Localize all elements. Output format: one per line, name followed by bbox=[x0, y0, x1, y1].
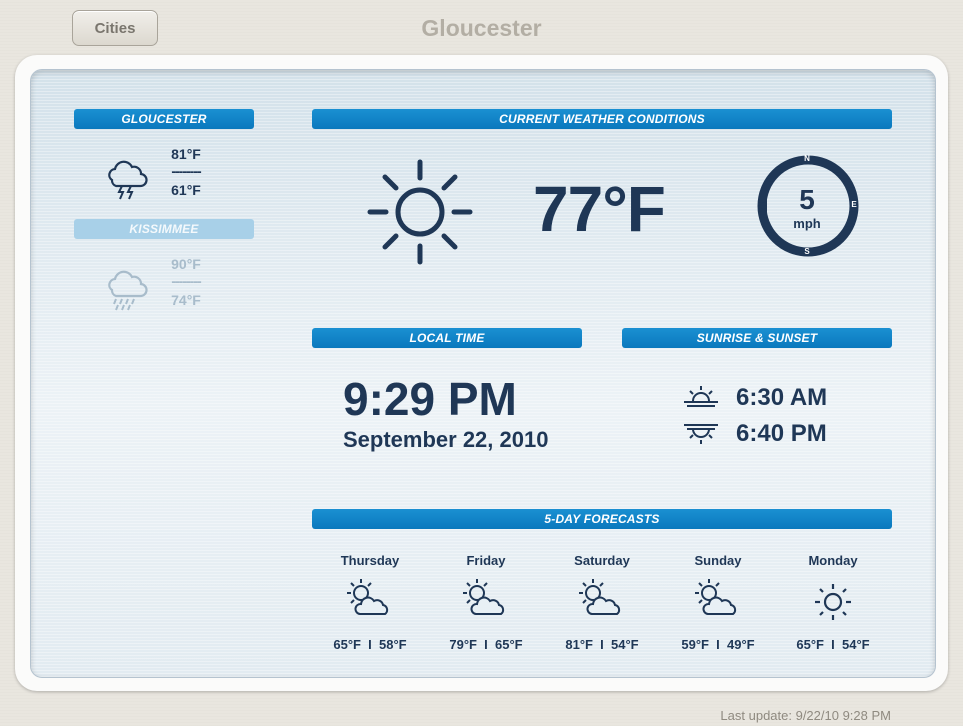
forecast-header: 5-DAY FORECASTS bbox=[312, 509, 892, 529]
sunrise-icon bbox=[684, 386, 718, 407]
kissimmee-high-temp: 90°F bbox=[171, 256, 201, 272]
kissimmee-low-temp: 74°F bbox=[171, 292, 201, 308]
forecast-temps-sunday: 59°F I 49°F bbox=[681, 637, 755, 652]
sun-icon bbox=[367, 159, 473, 265]
compass-south-label: S bbox=[804, 247, 810, 256]
forecast-day-friday: Friday bbox=[466, 553, 506, 568]
forecast-day-sunday: Sunday bbox=[694, 553, 742, 568]
local-time: 9:29 PM bbox=[343, 373, 517, 425]
partly-cloudy-icon bbox=[579, 579, 621, 615]
current-conditions-header: CURRENT WEATHER CONDITIONS bbox=[312, 109, 892, 129]
gloucester-high-temp: 81°F bbox=[171, 146, 201, 162]
kissimmee-temp-divider: -------- bbox=[171, 273, 201, 289]
thunderstorm-icon bbox=[108, 160, 148, 200]
wind-speed: 5 bbox=[799, 184, 815, 215]
sunset-time: 6:40 PM bbox=[736, 420, 827, 447]
forecast-day-monday: Monday bbox=[808, 553, 858, 568]
partly-cloudy-icon bbox=[347, 579, 389, 615]
gloucester-temp-divider: -------- bbox=[171, 163, 201, 179]
sunset-icon bbox=[684, 424, 718, 444]
city-tab-gloucester[interactable]: GLOUCESTER bbox=[74, 109, 254, 129]
page-title: Gloucester bbox=[421, 15, 542, 41]
sun-icon bbox=[815, 584, 851, 620]
partly-cloudy-icon bbox=[695, 579, 737, 615]
wind-unit: mph bbox=[793, 216, 821, 231]
local-date: September 22, 2010 bbox=[343, 427, 549, 452]
rain-icon bbox=[108, 270, 148, 311]
compass-north-label: N bbox=[804, 154, 810, 163]
local-time-header: LOCAL TIME bbox=[312, 328, 582, 348]
partly-cloudy-icon bbox=[463, 579, 505, 615]
forecast-day-saturday: Saturday bbox=[574, 553, 630, 568]
forecast-day-thursday: Thursday bbox=[340, 553, 400, 568]
forecast-temps-friday: 79°F I 65°F bbox=[449, 637, 523, 652]
gloucester-low-temp: 61°F bbox=[171, 182, 201, 198]
sunrise-time: 6:30 AM bbox=[736, 384, 828, 411]
current-temperature: 77°F bbox=[533, 173, 666, 245]
sunrise-sunset-header: SUNRISE & SUNSET bbox=[622, 328, 892, 348]
city-tab-kissimmee[interactable]: KISSIMMEE bbox=[74, 219, 254, 239]
forecast-temps-saturday: 81°F I 54°F bbox=[565, 637, 639, 652]
last-update-label: Last update: 9/22/10 9:28 PM bbox=[720, 708, 891, 723]
forecast-temps-thursday: 65°F I 58°F bbox=[333, 637, 407, 652]
forecast-temps-monday: 65°F I 54°F bbox=[796, 637, 870, 652]
